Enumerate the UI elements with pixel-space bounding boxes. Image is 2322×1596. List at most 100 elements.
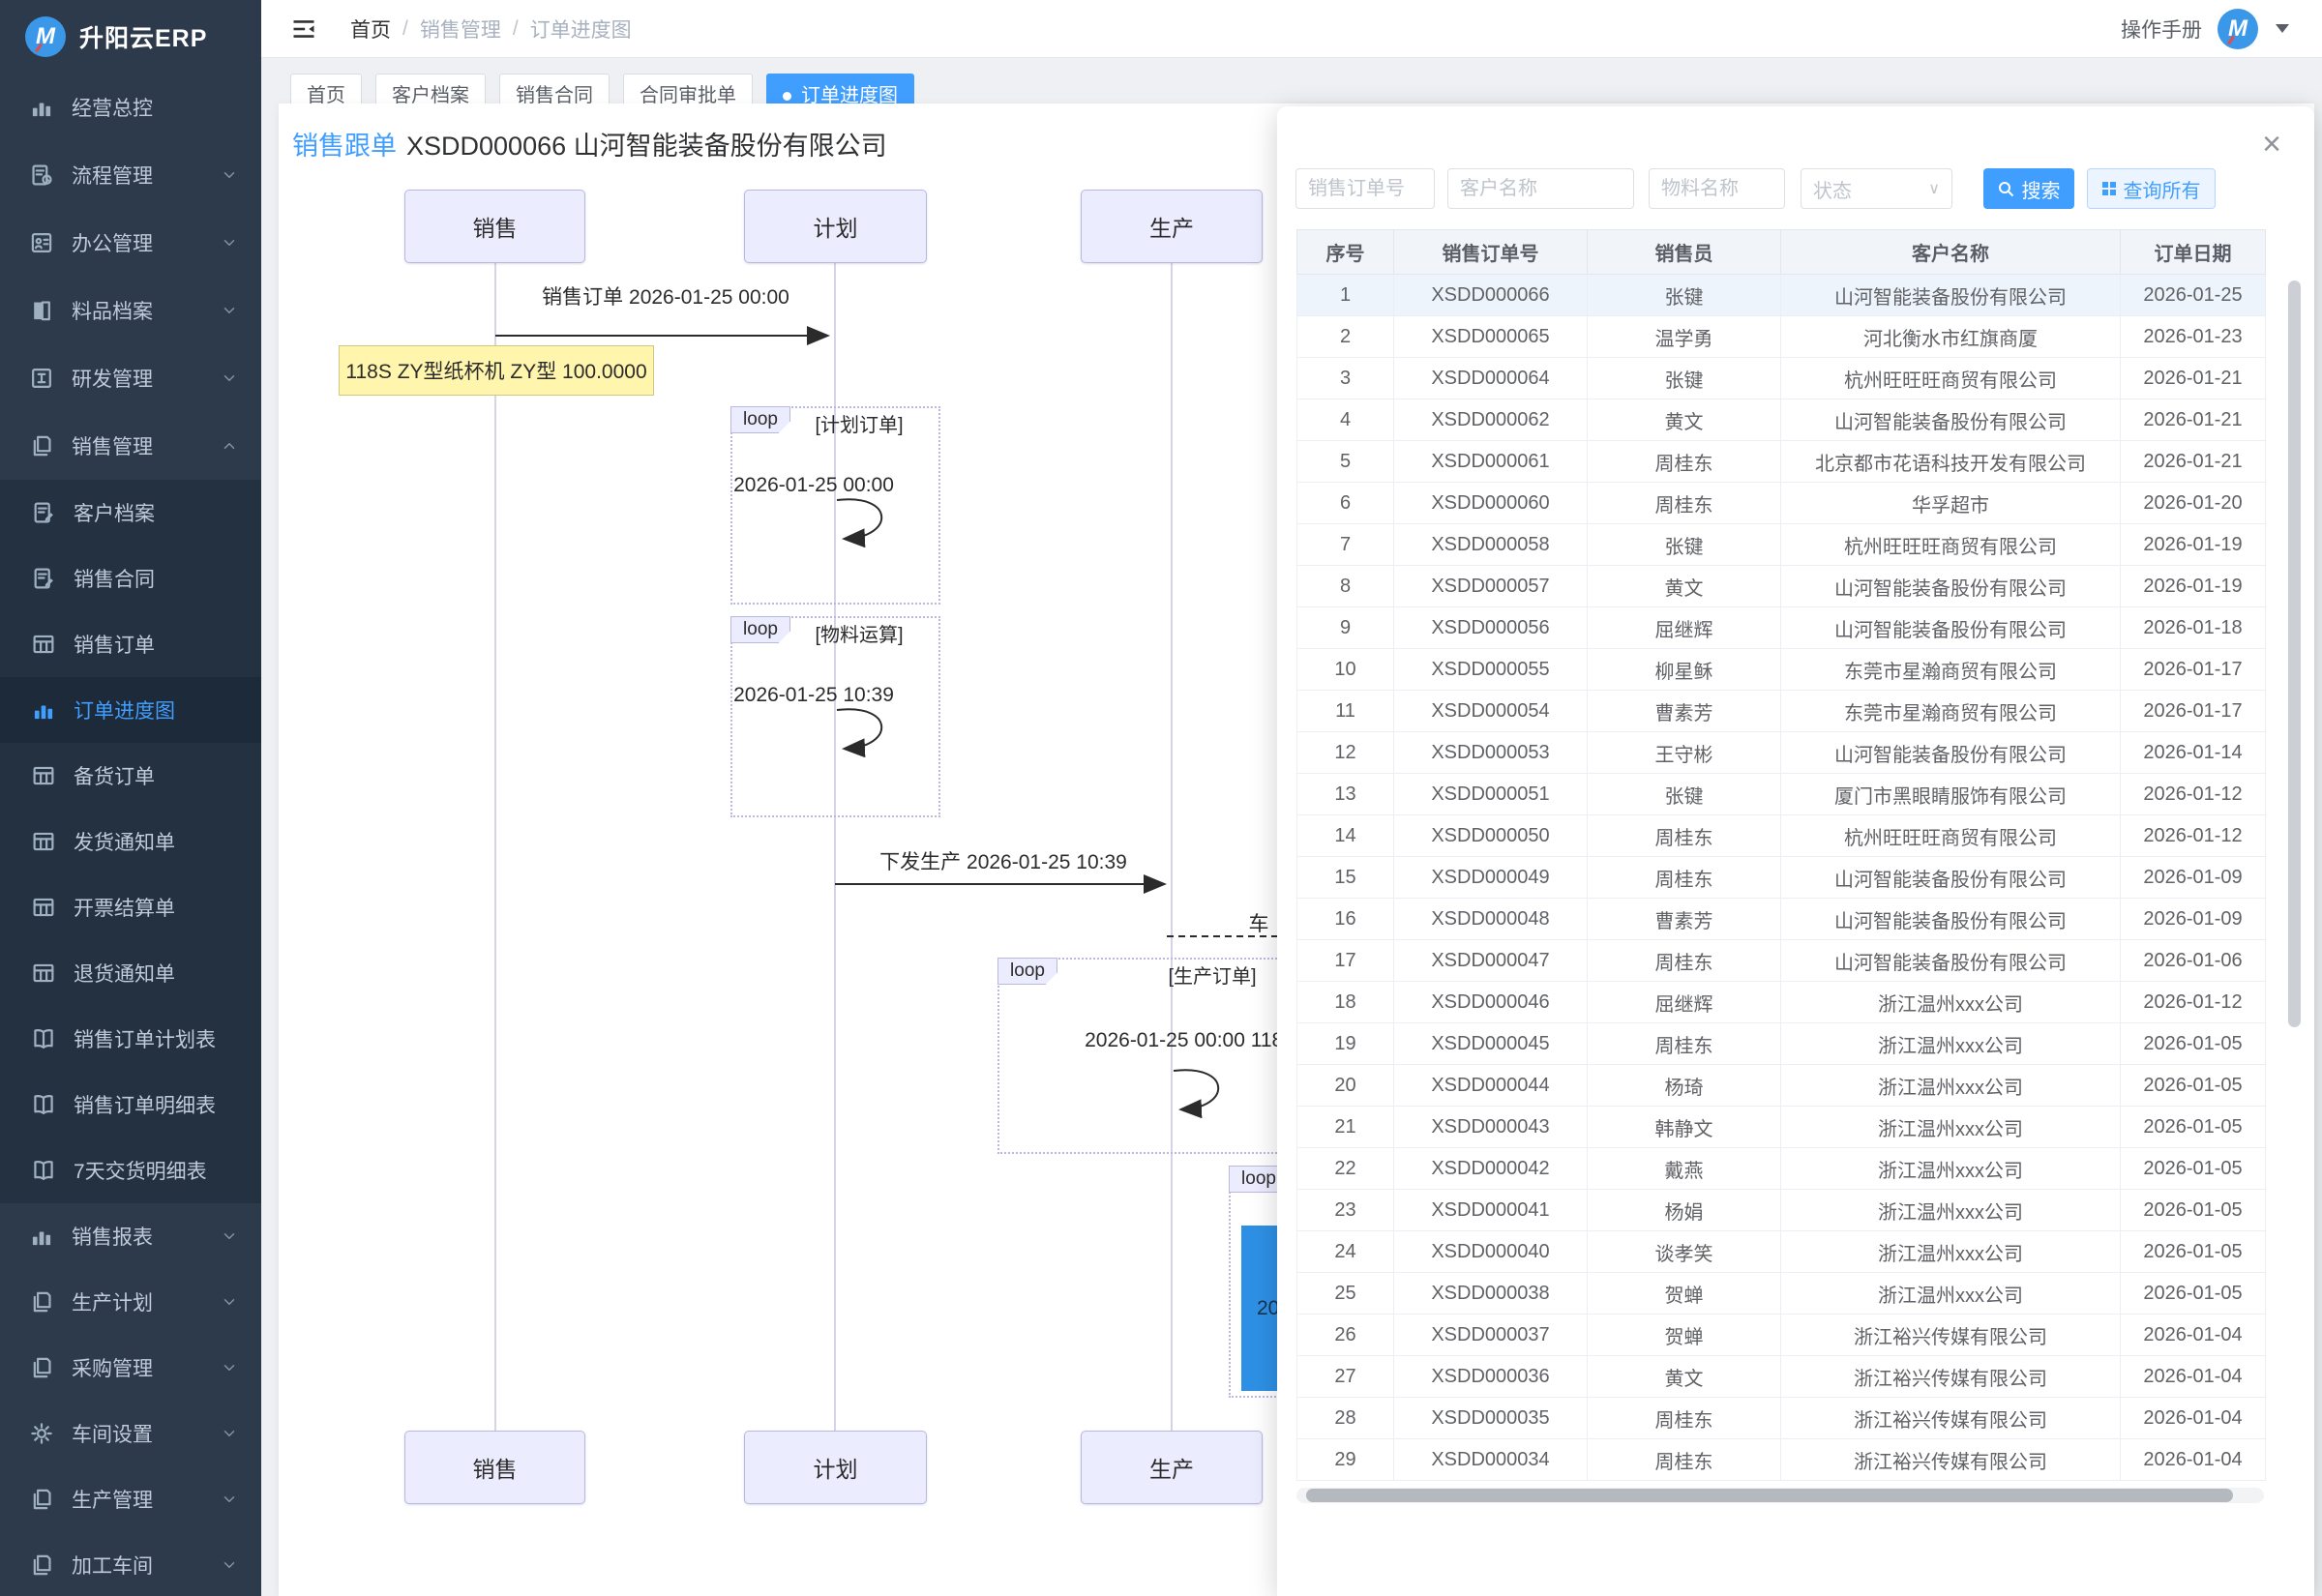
table-cell: XSDD000046 bbox=[1394, 982, 1588, 1023]
sidebar-item-label: 研发管理 bbox=[72, 364, 221, 393]
avatar[interactable]: M bbox=[2218, 9, 2258, 49]
table-row[interactable]: 23XSDD000041杨娟浙江温州xxx公司2026-01-05 bbox=[1297, 1190, 2266, 1231]
sidebar-item[interactable]: 料品档案 bbox=[0, 277, 261, 344]
sidebar-menu: 经营总控流程管理办公管理料品档案研发管理销售管理客户档案销售合同销售订单订单进度… bbox=[0, 74, 261, 1596]
sidebar-item[interactable]: 流程管理 bbox=[0, 141, 261, 209]
table-row[interactable]: 15XSDD000049周桂东山河智能装备股份有限公司2026-01-09 bbox=[1297, 857, 2266, 899]
actor-box: 计划 bbox=[744, 1431, 927, 1504]
grid-icon bbox=[2102, 182, 2116, 195]
table-row[interactable]: 5XSDD000061周桂东北京都市花语科技开发有限公司2026-01-21 bbox=[1297, 441, 2266, 483]
table-cell: 17 bbox=[1297, 940, 1394, 982]
chevron-down-icon bbox=[221, 1227, 238, 1245]
sidebar-item[interactable]: 研发管理 bbox=[0, 344, 261, 412]
sidebar-item[interactable]: 销售管理 bbox=[0, 412, 261, 480]
sidebar-item[interactable]: 备货订单 bbox=[0, 743, 261, 809]
sidebar-item-label: 销售合同 bbox=[74, 564, 238, 593]
sidebar-item[interactable]: 销售合同 bbox=[0, 546, 261, 611]
table-cell: 1 bbox=[1297, 275, 1394, 316]
sidebar-item-label: 料品档案 bbox=[72, 296, 221, 325]
status-select[interactable]: 状态 ∨ bbox=[1801, 168, 1952, 209]
table-row[interactable]: 14XSDD000050周桂东杭州旺旺旺商贸有限公司2026-01-12 bbox=[1297, 815, 2266, 857]
column-header: 序号 bbox=[1297, 230, 1394, 275]
table-cell: 杭州旺旺旺商贸有限公司 bbox=[1781, 815, 2121, 857]
table-row[interactable]: 22XSDD000042戴燕浙江温州xxx公司2026-01-05 bbox=[1297, 1148, 2266, 1190]
table-row[interactable]: 13XSDD000051张键厦门市黑眼睛服饰有限公司2026-01-12 bbox=[1297, 774, 2266, 815]
table-row[interactable]: 16XSDD000048曹素芳山河智能装备股份有限公司2026-01-09 bbox=[1297, 899, 2266, 940]
customer-name-input[interactable] bbox=[1447, 168, 1634, 209]
user-caret-icon[interactable] bbox=[2276, 24, 2289, 33]
table-row[interactable]: 24XSDD000040谈孝笑浙江温州xxx公司2026-01-05 bbox=[1297, 1231, 2266, 1273]
table-row[interactable]: 6XSDD000060周桂东华孚超市2026-01-20 bbox=[1297, 483, 2266, 524]
horizontal-scrollbar[interactable] bbox=[1306, 1489, 2233, 1502]
sidebar-item[interactable]: 车间设置 bbox=[0, 1401, 261, 1466]
table-row[interactable]: 28XSDD000035周桂东浙江裕兴传媒有限公司2026-01-04 bbox=[1297, 1398, 2266, 1439]
breadcrumb-sales[interactable]: 销售管理 bbox=[420, 15, 501, 44]
table-cell: 黄文 bbox=[1588, 399, 1781, 441]
sidebar-item[interactable]: 生产计划 bbox=[0, 1269, 261, 1335]
sidebar-item[interactable]: 客户档案 bbox=[0, 480, 261, 546]
table-row[interactable]: 27XSDD000036黄文浙江裕兴传媒有限公司2026-01-04 bbox=[1297, 1356, 2266, 1398]
table-cell: 山河智能装备股份有限公司 bbox=[1781, 607, 2121, 649]
table-row[interactable]: 12XSDD000053王守彬山河智能装备股份有限公司2026-01-14 bbox=[1297, 732, 2266, 774]
table-row[interactable]: 18XSDD000046屈继辉浙江温州xxx公司2026-01-12 bbox=[1297, 982, 2266, 1023]
table-row[interactable]: 8XSDD000057黄文山河智能装备股份有限公司2026-01-19 bbox=[1297, 566, 2266, 607]
table-row[interactable]: 7XSDD000058张键杭州旺旺旺商贸有限公司2026-01-19 bbox=[1297, 524, 2266, 566]
table-row[interactable]: 20XSDD000044杨琦浙江温州xxx公司2026-01-05 bbox=[1297, 1065, 2266, 1107]
table-cell: 华孚超市 bbox=[1781, 483, 2121, 524]
table-cell: XSDD000056 bbox=[1394, 607, 1588, 649]
collapse-menu-icon[interactable] bbox=[290, 15, 317, 43]
query-all-button[interactable]: 查询所有 bbox=[2087, 168, 2216, 209]
sidebar-item[interactable]: 生产管理 bbox=[0, 1466, 261, 1532]
table-cell: 10 bbox=[1297, 649, 1394, 691]
sidebar-item[interactable]: 销售订单 bbox=[0, 611, 261, 677]
table-row[interactable]: 17XSDD000047周桂东山河智能装备股份有限公司2026-01-06 bbox=[1297, 940, 2266, 982]
table-row[interactable]: 9XSDD000056屈继辉山河智能装备股份有限公司2026-01-18 bbox=[1297, 607, 2266, 649]
topbar-right: 操作手册 M bbox=[2121, 9, 2322, 49]
chevron-down-icon bbox=[221, 1425, 238, 1442]
table-row[interactable]: 26XSDD000037贺蝉浙江裕兴传媒有限公司2026-01-04 bbox=[1297, 1315, 2266, 1356]
openbook-icon bbox=[31, 1026, 56, 1051]
search-button[interactable]: 搜索 bbox=[1983, 168, 2074, 209]
table-row[interactable]: 11XSDD000054曹素芳东莞市星瀚商贸有限公司2026-01-17 bbox=[1297, 691, 2266, 732]
manual-link[interactable]: 操作手册 bbox=[2121, 15, 2202, 44]
sidebar-item[interactable]: 销售订单计划表 bbox=[0, 1006, 261, 1072]
book-icon bbox=[29, 298, 54, 323]
table-row[interactable]: 19XSDD000045周桂东浙江温州xxx公司2026-01-05 bbox=[1297, 1023, 2266, 1065]
sidebar-item[interactable]: 办公管理 bbox=[0, 209, 261, 277]
sidebar-item[interactable]: 发货通知单 bbox=[0, 809, 261, 874]
table-row[interactable]: 21XSDD000043韩静文浙江温州xxx公司2026-01-05 bbox=[1297, 1107, 2266, 1148]
sidebar-item[interactable]: 销售订单明细表 bbox=[0, 1072, 261, 1138]
sidebar-item[interactable]: 加工车间 bbox=[0, 1532, 261, 1596]
sidebar-item-label: 订单进度图 bbox=[74, 695, 238, 724]
order-no-input[interactable] bbox=[1295, 168, 1435, 209]
table-row[interactable]: 4XSDD000062黄文山河智能装备股份有限公司2026-01-21 bbox=[1297, 399, 2266, 441]
sidebar-item-label: 生产管理 bbox=[72, 1485, 221, 1514]
sidebar-item[interactable]: 采购管理 bbox=[0, 1335, 261, 1401]
close-icon[interactable]: × bbox=[2262, 128, 2281, 161]
breadcrumb-home[interactable]: 首页 bbox=[350, 15, 391, 44]
sidebar-item[interactable]: 退货通知单 bbox=[0, 940, 261, 1006]
sidebar-item[interactable]: 开票结算单 bbox=[0, 874, 261, 940]
table-row[interactable]: 1XSDD000066张键山河智能装备股份有限公司2026-01-25 bbox=[1297, 275, 2266, 316]
table-row[interactable]: 25XSDD000038贺蝉浙江温州xxx公司2026-01-05 bbox=[1297, 1273, 2266, 1315]
actor-box: 生产 bbox=[1081, 1431, 1263, 1504]
sidebar-item[interactable]: 销售报表 bbox=[0, 1203, 261, 1269]
table-cell: 浙江裕兴传媒有限公司 bbox=[1781, 1315, 2121, 1356]
table-row[interactable]: 2XSDD000065温学勇河北衡水市红旗商厦2026-01-23 bbox=[1297, 316, 2266, 358]
logo: M 升阳云ERP bbox=[0, 0, 261, 74]
sidebar-item[interactable]: 经营总控 bbox=[0, 74, 261, 141]
material-name-input[interactable] bbox=[1649, 168, 1785, 209]
table-cell: 张键 bbox=[1588, 524, 1781, 566]
table-cell: 2026-01-21 bbox=[2121, 441, 2266, 483]
table-cell: 13 bbox=[1297, 774, 1394, 815]
brand-logo-icon: M bbox=[25, 16, 66, 57]
table-row[interactable]: 3XSDD000064张键杭州旺旺旺商贸有限公司2026-01-21 bbox=[1297, 358, 2266, 399]
vertical-scrollbar[interactable] bbox=[2288, 281, 2301, 1027]
table-row[interactable]: 10XSDD000055柳星稣东莞市星瀚商贸有限公司2026-01-17 bbox=[1297, 649, 2266, 691]
table-row[interactable]: 29XSDD000034周桂东浙江裕兴传媒有限公司2026-01-04 bbox=[1297, 1439, 2266, 1481]
sidebar-item-label: 销售订单 bbox=[74, 630, 238, 659]
sidebar-item[interactable]: 7天交货明细表 bbox=[0, 1138, 261, 1203]
chevron-down-icon bbox=[221, 1491, 238, 1508]
table-cell: 贺蝉 bbox=[1588, 1315, 1781, 1356]
sidebar-item[interactable]: 订单进度图 bbox=[0, 677, 261, 743]
